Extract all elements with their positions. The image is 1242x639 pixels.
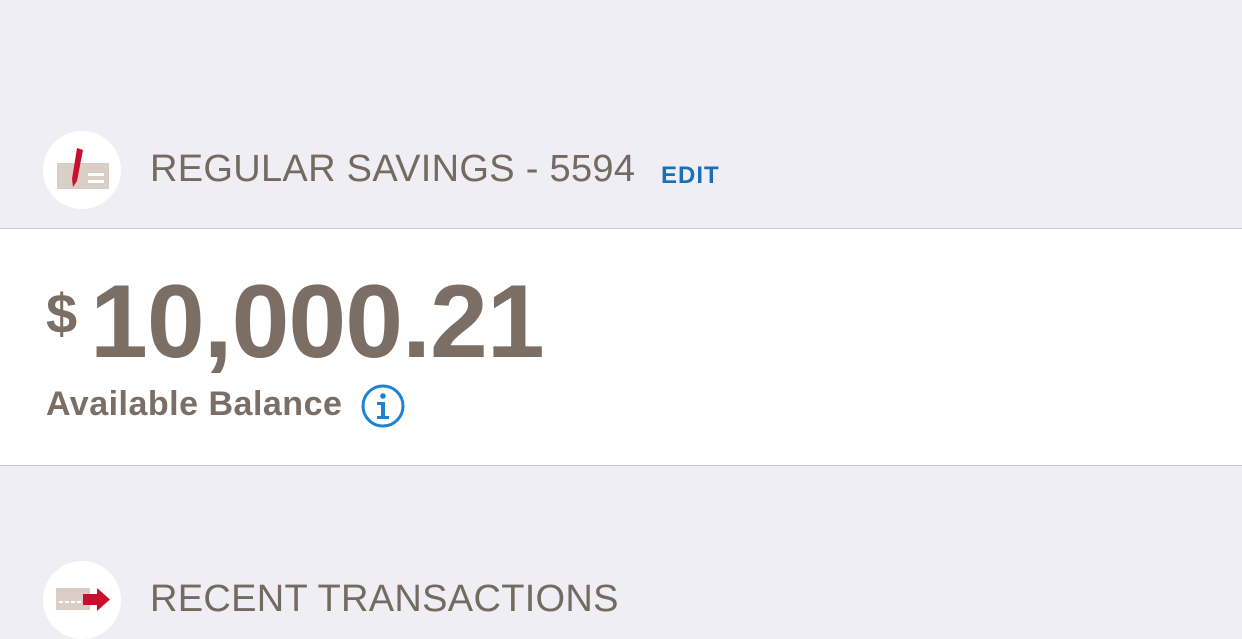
available-balance-label: Available Balance bbox=[46, 385, 343, 423]
account-title: REGULAR SAVINGS - 5594 bbox=[150, 148, 636, 190]
info-icon[interactable] bbox=[361, 384, 405, 428]
balance-amount: 10,000.21 bbox=[90, 264, 545, 380]
recent-transactions-header: RECENT TRANSACTIONS bbox=[0, 466, 1242, 639]
edit-button[interactable]: EDIT bbox=[661, 162, 720, 190]
account-header: REGULAR SAVINGS - 5594 EDIT bbox=[0, 0, 1242, 228]
recent-transactions-title: RECENT TRANSACTIONS bbox=[150, 578, 619, 620]
transfer-arrow-icon bbox=[43, 561, 121, 639]
check-pen-icon bbox=[43, 131, 121, 209]
currency-symbol: $ bbox=[46, 282, 78, 345]
balance-card: $ 10,000.21 Available Balance bbox=[0, 228, 1242, 466]
